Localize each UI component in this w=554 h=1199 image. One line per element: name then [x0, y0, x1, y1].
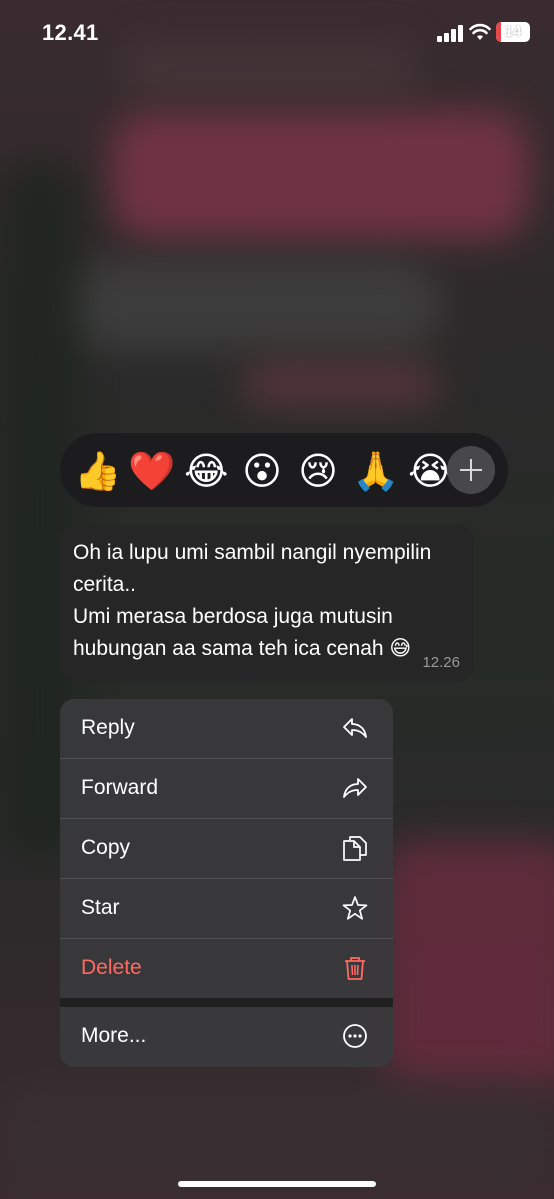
more-label: More... — [81, 1024, 147, 1047]
more-menu-item[interactable]: More... — [60, 1007, 393, 1067]
copy-label: Copy — [81, 836, 131, 859]
thumbs-up-icon[interactable]: 👍 — [74, 449, 121, 493]
ellipsis-circle-icon — [343, 1024, 367, 1048]
message-bubble[interactable]: Oh ia lupu umi sambil nangil nyempilin c… — [60, 525, 474, 681]
home-indicator[interactable] — [178, 1181, 376, 1187]
star-label: Star — [81, 896, 120, 919]
star-menu-item[interactable]: Star — [60, 879, 393, 939]
crying-face-icon[interactable]: 😢 — [296, 449, 340, 493]
forward-label: Forward — [81, 776, 159, 799]
status-bar: 12.41 14 — [0, 0, 554, 64]
delete-label: Delete — [81, 956, 142, 979]
forward-arrow-icon — [343, 778, 367, 798]
message-context-menu: Reply Forward Copy Star Delete More... — [60, 699, 393, 1067]
reply-arrow-icon — [343, 718, 367, 738]
reaction-bar: 👍 ❤️ 😂 😮 😢 🙏 😭 — [60, 433, 508, 507]
copy-menu-item[interactable]: Copy — [60, 819, 393, 879]
forward-menu-item[interactable]: Forward — [60, 759, 393, 819]
tears-of-joy-icon[interactable]: 😂 — [184, 449, 228, 493]
loudly-crying-face-icon[interactable]: 😭 — [408, 449, 452, 493]
delete-menu-item[interactable]: Delete — [60, 939, 393, 999]
folded-hands-icon[interactable]: 🙏 — [352, 449, 399, 493]
trash-icon — [345, 957, 365, 980]
message-text: Oh ia lupu umi sambil nangil nyempilin c… — [73, 541, 432, 660]
status-time: 12.41 — [42, 20, 99, 45]
reply-menu-item[interactable]: Reply — [60, 699, 393, 759]
copy-documents-icon — [343, 836, 367, 861]
battery-level: 14 — [504, 23, 522, 40]
battery-icon: 14 — [496, 22, 530, 42]
message-timestamp: 12.26 — [422, 654, 460, 671]
more-reactions-plus-button[interactable] — [447, 446, 495, 494]
cellular-signal-icon — [437, 24, 463, 42]
star-icon — [342, 896, 368, 920]
wifi-icon — [469, 23, 491, 40]
reply-label: Reply — [81, 716, 135, 739]
face-open-mouth-icon[interactable]: 😮 — [240, 449, 284, 493]
red-heart-icon[interactable]: ❤️ — [128, 449, 175, 493]
